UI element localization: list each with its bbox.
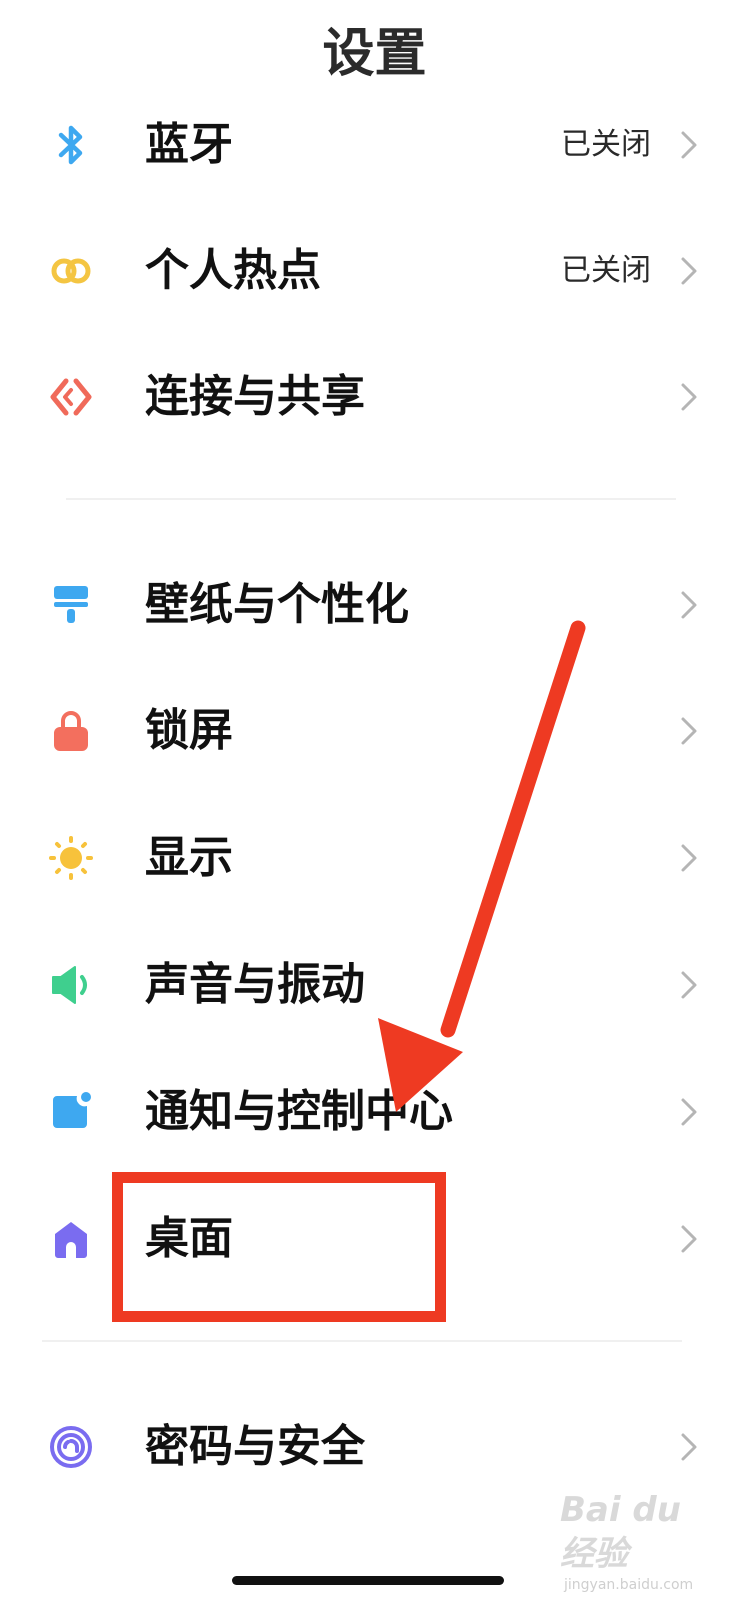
chevron-right-icon <box>681 1433 697 1461</box>
settings-item-lock-screen[interactable]: 锁屏 <box>0 668 749 794</box>
settings-item-label: 个人热点 <box>145 245 321 296</box>
chevron-right-icon <box>681 844 697 872</box>
settings-item-label: 蓝牙 <box>145 119 233 170</box>
lock-icon <box>48 706 94 756</box>
annotation-highlight-box <box>112 1172 446 1322</box>
section-divider <box>66 498 676 500</box>
chevron-right-icon <box>681 131 697 159</box>
notification-icon <box>48 1087 94 1137</box>
settings-item-label: 锁屏 <box>145 705 233 756</box>
home-indicator-bar[interactable] <box>232 1576 504 1585</box>
sun-icon <box>48 833 94 883</box>
settings-item-sound[interactable]: 声音与振动 <box>0 922 749 1048</box>
watermark-brand: Bai du 经验 <box>560 1490 681 1574</box>
chevron-right-icon <box>681 971 697 999</box>
wallpaper-icon <box>48 580 94 630</box>
connection-share-icon <box>48 372 94 422</box>
settings-item-label: 通知与控制中心 <box>145 1086 453 1137</box>
chevron-right-icon <box>681 591 697 619</box>
settings-item-label: 连接与共享 <box>145 371 365 422</box>
chevron-right-icon <box>681 257 697 285</box>
chevron-right-icon <box>681 383 697 411</box>
settings-item-label: 声音与振动 <box>145 959 365 1010</box>
settings-item-wallpaper[interactable]: 壁纸与个性化 <box>0 542 749 668</box>
watermark: Bai du 经验 jingyan.baidu.com <box>560 1488 710 1593</box>
fingerprint-icon <box>48 1422 94 1472</box>
watermark-url: jingyan.baidu.com <box>564 1577 694 1593</box>
status-text: 已关闭 <box>561 127 651 162</box>
chevron-right-icon <box>681 1098 697 1126</box>
bluetooth-icon <box>48 120 94 170</box>
settings-item-notifications[interactable]: 通知与控制中心 <box>0 1049 749 1175</box>
chevron-right-icon <box>681 717 697 745</box>
settings-item-display[interactable]: 显示 <box>0 795 749 921</box>
page-title: 设置 <box>322 24 427 84</box>
speaker-icon <box>48 960 94 1010</box>
settings-item-label: 显示 <box>145 832 233 883</box>
settings-item-connection-share[interactable]: 连接与共享 <box>0 334 749 460</box>
settings-item-bluetooth[interactable]: 蓝牙 已关闭 <box>0 82 749 208</box>
home-icon <box>48 1214 94 1264</box>
chevron-right-icon <box>681 1225 697 1253</box>
settings-item-label: 壁纸与个性化 <box>145 579 409 630</box>
settings-item-label: 密码与安全 <box>145 1421 365 1472</box>
hotspot-icon <box>48 246 94 296</box>
section-divider <box>42 1340 682 1342</box>
status-text: 已关闭 <box>561 253 651 288</box>
settings-item-hotspot[interactable]: 个人热点 已关闭 <box>0 208 749 334</box>
